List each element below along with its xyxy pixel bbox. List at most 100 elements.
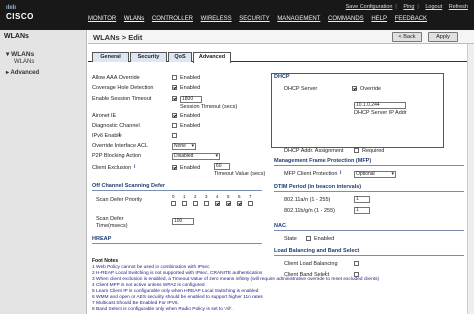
- dtim-b-input[interactable]: 1: [354, 207, 370, 214]
- priority-number: 3: [205, 194, 208, 199]
- aironet-ie-label: Aironet IE: [92, 113, 117, 119]
- allow-aaa-checkbox[interactable]: [172, 75, 177, 80]
- client-exclusion-checkbox[interactable]: [172, 165, 177, 170]
- sidebar-item-wlans[interactable]: WLANs: [14, 59, 34, 65]
- dhcp-heading: DHCP: [274, 74, 290, 80]
- dhcp-server-ip-input[interactable]: 10.1.0.244: [354, 102, 406, 109]
- dtim-a-label: 802.11a/n (1 - 255): [284, 197, 331, 203]
- refresh-link[interactable]: Refresh: [449, 4, 468, 10]
- diagnostic-channel-label: Diagnostic Channel: [92, 123, 140, 129]
- load-balancing-heading: Load Balancing and Band Select: [274, 248, 360, 254]
- client-load-balancing-checkbox[interactable]: [354, 261, 359, 266]
- coverage-hole-label: Coverage Hole Detection: [92, 85, 154, 91]
- top-bar: ılıılı CISCO Save Configuration | Ping | L…: [0, 0, 474, 30]
- nac-state-checkbox[interactable]: [306, 236, 311, 241]
- client-load-balancing-label: Client Load Balancing: [284, 261, 338, 267]
- dhcp-override-label: Override: [360, 86, 382, 92]
- nac-heading: NAC: [274, 223, 286, 229]
- p2p-blocking-select[interactable]: Disabled: [172, 153, 220, 160]
- back-button[interactable]: < Back: [392, 32, 422, 42]
- nav-monitor[interactable]: MONITOR: [88, 16, 116, 22]
- session-timeout-checkbox[interactable]: [172, 96, 177, 101]
- sidebar-item-wlans-group[interactable]: ▾ WLANs: [6, 50, 34, 58]
- scan-defer-priority-label: Scan Defer Priority: [96, 197, 143, 203]
- p2p-blocking-label: P2P Blocking Action: [92, 153, 142, 159]
- dhcp-assignment-label: DHCP Addr. Assignment: [284, 148, 344, 154]
- sidebar-item-advanced[interactable]: ▸ Advanced: [6, 69, 39, 76]
- priority-number: 2: [194, 194, 197, 199]
- tab-general[interactable]: General: [92, 52, 129, 62]
- nav-help[interactable]: HELP: [371, 16, 387, 22]
- override-acl-label: Override Interface ACL: [92, 143, 148, 149]
- nav-controller[interactable]: CONTROLLER: [152, 16, 193, 22]
- top-links: Save Configuration | Ping | Logout Refresh: [345, 4, 468, 10]
- cisco-logo: ılıılı CISCO: [6, 5, 34, 21]
- nav-feedback[interactable]: FEEDBACK: [395, 16, 427, 22]
- priority-7-checkbox[interactable]: [248, 201, 253, 206]
- dhcp-override-checkbox[interactable]: [352, 86, 357, 91]
- sidebar-title: WLANs: [4, 33, 29, 40]
- footnote-line: 5 Learn Client IP is configurable only w…: [92, 289, 259, 294]
- allow-aaa-label: Allow AAA Override: [92, 75, 140, 81]
- footnote-line: 6 WMM and open or AES security should be…: [92, 295, 263, 300]
- tab-security[interactable]: Security: [130, 52, 167, 62]
- priority-number: 6: [238, 194, 241, 199]
- dhcp-required-checkbox[interactable]: [354, 148, 359, 153]
- save-configuration-link[interactable]: Save Configuration: [346, 4, 393, 10]
- aironet-ie-enabled-label: Enabled: [180, 113, 201, 119]
- dtim-b-label: 802.11b/g/n (1 - 255): [284, 208, 335, 214]
- section-divider: [92, 243, 262, 244]
- hreap-heading: HREAP: [92, 236, 112, 242]
- priority-6-checkbox[interactable]: [237, 201, 242, 206]
- ipv6-checkbox[interactable]: [172, 133, 177, 138]
- priority-1-checkbox[interactable]: [182, 201, 187, 206]
- nav-commands[interactable]: COMMANDS: [328, 16, 364, 22]
- exclusion-timeout-input[interactable]: 60: [214, 163, 230, 170]
- priority-3-checkbox[interactable]: [204, 201, 209, 206]
- diagnostic-channel-checkbox[interactable]: [172, 123, 177, 128]
- nav-management[interactable]: MANAGEMENT: [277, 16, 320, 22]
- apply-button[interactable]: Apply: [428, 32, 458, 42]
- coverage-hole-checkbox[interactable]: [172, 85, 177, 90]
- mfp-client-select[interactable]: Optional: [354, 171, 396, 178]
- nav-security[interactable]: SECURITY: [239, 16, 269, 22]
- tab-bar: General Security QoS Advanced: [88, 50, 474, 63]
- nav-wlans[interactable]: WLANs: [124, 16, 144, 22]
- override-acl-select[interactable]: None: [172, 143, 196, 150]
- scan-defer-time-label: Scan Defer Time(msecs): [96, 216, 128, 229]
- priority-4-checkbox[interactable]: [215, 201, 220, 206]
- diagnostic-channel-enabled-label: Enabled: [180, 123, 201, 129]
- footnote-line: 8 Band Select is configurable only when …: [92, 307, 233, 312]
- info-icon[interactable]: i: [340, 170, 348, 177]
- vertical-scrollbar[interactable]: [467, 44, 474, 314]
- scan-defer-time-input[interactable]: 100: [172, 218, 194, 225]
- info-icon[interactable]: i: [134, 164, 142, 171]
- mfp-client-label: MFP Client Protection: [284, 171, 338, 177]
- info-icon[interactable]: i: [119, 132, 127, 139]
- page-title: WLANs > Edit: [93, 33, 143, 42]
- section-divider: [274, 230, 464, 231]
- priority-2-checkbox[interactable]: [193, 201, 198, 206]
- dtim-a-input[interactable]: 1: [354, 196, 370, 203]
- session-timeout-unit: Session Timeout (secs): [180, 104, 238, 110]
- nac-enabled-label: Enabled: [314, 236, 335, 242]
- off-channel-heading: Off Channel Scanning Defer: [92, 183, 166, 189]
- priority-number: 1: [183, 194, 186, 199]
- section-divider: [274, 255, 464, 256]
- content: WLANs > Edit < Back Apply General Securi…: [88, 30, 474, 314]
- sidebar: WLANs ▾ WLANs WLANs ▸ Advanced: [0, 30, 87, 314]
- priority-5-checkbox[interactable]: [226, 201, 231, 206]
- allow-aaa-enabled-label: Enabled: [180, 75, 201, 81]
- priority-number: 4: [216, 194, 219, 199]
- tab-advanced[interactable]: Advanced: [193, 52, 231, 63]
- session-timeout-input[interactable]: 1800: [180, 96, 202, 103]
- nav-wireless[interactable]: WIRELESS: [201, 16, 232, 22]
- priority-number: 0: [172, 194, 175, 199]
- session-timeout-label: Enable Session Timeout: [92, 96, 152, 102]
- dhcp-server-ip-label: DHCP Server IP Addr: [354, 110, 407, 116]
- priority-0-checkbox[interactable]: [171, 201, 176, 206]
- ping-link[interactable]: Ping: [403, 4, 414, 10]
- aironet-ie-checkbox[interactable]: [172, 113, 177, 118]
- tab-qos[interactable]: QoS: [168, 52, 192, 62]
- logout-link[interactable]: Logout: [425, 4, 442, 10]
